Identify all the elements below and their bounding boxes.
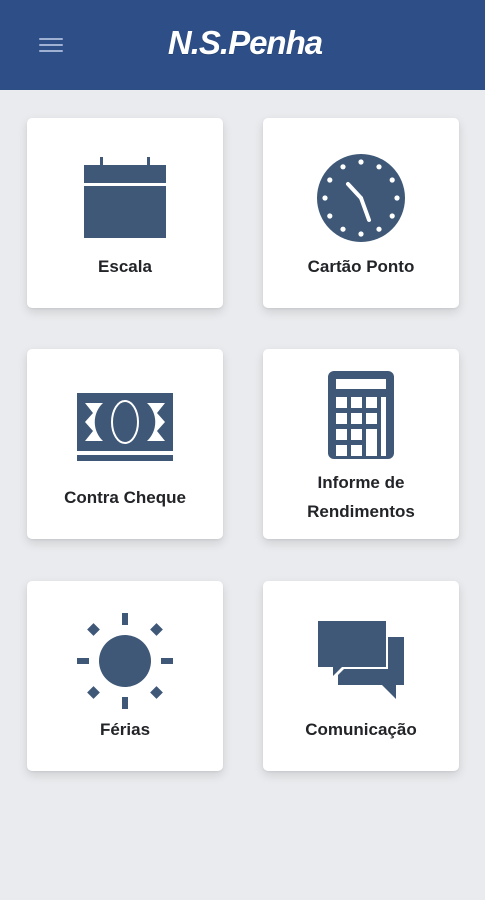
menu-label: Escala — [98, 257, 152, 276]
calculator-icon — [263, 371, 459, 459]
menu-card-contra-cheque[interactable]: Contra Cheque — [27, 349, 223, 539]
menu-card-cartao-ponto[interactable]: Cartão Ponto — [263, 118, 459, 308]
menu-card-informe-rendimentos[interactable]: Informe de Rendimentos — [263, 349, 459, 539]
menu-card-comunicacao[interactable]: Comunicação — [263, 581, 459, 771]
calendar-icon — [27, 157, 223, 239]
clock-icon — [263, 154, 459, 242]
chat-bubbles-icon — [263, 619, 459, 701]
menu-label-line2: Rendimentos — [307, 502, 415, 521]
menu-card-ferias[interactable]: Férias — [27, 581, 223, 771]
menu-label: Cartão Ponto — [307, 257, 415, 276]
menu-card-escala[interactable]: Escala — [27, 118, 223, 308]
app-logo: N.S.Penha — [167, 24, 323, 61]
menu-label-line1: Informe de — [317, 473, 405, 492]
app-bar: N.S.Penha — [0, 0, 485, 90]
menu-label: Férias — [99, 720, 151, 739]
menu-label: Contra Cheque — [64, 488, 186, 507]
menu-label: Comunicação — [305, 720, 417, 739]
hamburger-menu-icon[interactable] — [39, 36, 63, 54]
sun-icon — [27, 613, 223, 709]
money-bill-icon — [27, 393, 223, 463]
